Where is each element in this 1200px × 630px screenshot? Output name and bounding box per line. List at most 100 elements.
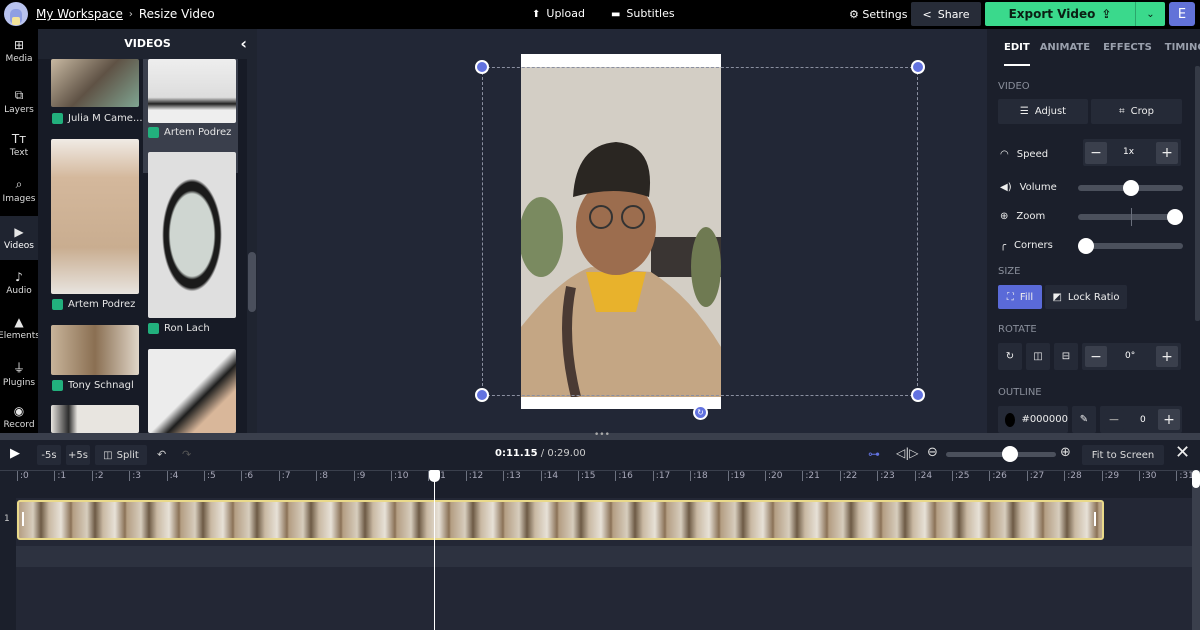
corners-slider-knob[interactable] <box>1078 238 1094 254</box>
video-thumb[interactable] <box>51 59 139 107</box>
resize-handle-top-left[interactable] <box>475 60 489 74</box>
resize-handle-bottom-left[interactable] <box>475 388 489 402</box>
resize-handle-top-right[interactable] <box>911 60 925 74</box>
volume-slider-knob[interactable] <box>1122 180 1139 196</box>
share-button[interactable]: < Share <box>911 2 981 26</box>
upload-icon: ⬆ <box>532 9 541 20</box>
nav-elements[interactable]: ▲ Elements <box>0 306 40 350</box>
skip-back-5s-button[interactable]: -5s <box>37 445 61 465</box>
tab-timing[interactable]: TIMING <box>1165 29 1200 66</box>
upload-button[interactable]: ⬆ Upload <box>532 7 585 20</box>
top-bar: My Workspace › Resize Video ⬆ Upload ▬ Sub… <box>0 0 1200 29</box>
rotate-handle-icon[interactable]: ↻ <box>693 405 708 420</box>
ruler-tick: :25 <box>952 471 969 481</box>
nav-text[interactable]: Tт Text <box>0 123 38 167</box>
scrollbar-thumb[interactable] <box>248 252 256 312</box>
outline-increase-button[interactable]: + <box>1158 409 1180 430</box>
nav-media[interactable]: ⊞ Media <box>0 29 38 73</box>
flip-horizontal-button[interactable]: ◫ <box>1026 343 1050 370</box>
outline-color-picker[interactable]: #000000 <box>998 406 1068 433</box>
corners-slider[interactable] <box>1078 238 1183 254</box>
split-view-icon[interactable]: ◁|▷ <box>896 446 919 460</box>
fill-button[interactable]: ⛶ Fill <box>998 285 1042 309</box>
collapse-panel-icon[interactable]: ‹ <box>240 29 247 59</box>
nav-videos[interactable]: ▶ Videos <box>0 216 38 260</box>
video-thumb[interactable] <box>148 152 236 318</box>
properties-scrollbar[interactable] <box>1195 66 1200 321</box>
nav-layers[interactable]: ⧉ Layers <box>0 79 38 123</box>
video-thumb[interactable] <box>51 139 139 294</box>
timeline-scrollbar-thumb[interactable] <box>1192 470 1200 488</box>
tab-edit[interactable]: EDIT <box>1004 29 1030 66</box>
breadcrumb-workspace-link[interactable]: My Workspace <box>36 7 123 21</box>
nav-plugins[interactable]: ⏚ Plugins <box>0 351 38 395</box>
project-title[interactable]: Resize Video <box>139 7 215 21</box>
video-thumb[interactable] <box>51 405 139 433</box>
source-badge-icon <box>52 380 63 391</box>
empty-track-lane[interactable] <box>16 546 1200 567</box>
outline-decrease-button[interactable]: − <box>1104 409 1124 430</box>
source-badge-icon <box>52 299 63 310</box>
flip-vertical-button[interactable]: ⊟ <box>1054 343 1078 370</box>
panel-scrollbar[interactable] <box>247 59 257 433</box>
play-button[interactable]: ▶ <box>10 446 20 461</box>
lock-ratio-button[interactable]: ◩ Lock Ratio <box>1045 285 1127 309</box>
selection-box[interactable] <box>482 67 918 396</box>
app-logo[interactable] <box>4 2 28 26</box>
split-button[interactable]: ◫ Split <box>95 445 147 465</box>
clip-trim-handle-left[interactable] <box>22 512 24 526</box>
rotate-button[interactable]: ↻ <box>998 343 1022 370</box>
zoom-in-icon[interactable]: ⊕ <box>1060 445 1071 460</box>
shapes-icon: ▲ <box>14 315 24 329</box>
eyedropper-button[interactable]: ✎ <box>1072 406 1096 433</box>
close-timeline-icon[interactable]: ✕ <box>1175 442 1190 463</box>
timeline-resize-handle[interactable]: ••• <box>0 430 1200 440</box>
subtitles-button[interactable]: ▬ Subtitles <box>611 7 675 20</box>
resize-handle-bottom-right[interactable] <box>911 388 925 402</box>
nav-audio[interactable]: ♪ Audio <box>0 261 38 305</box>
nav-images[interactable]: ⌕ Images <box>0 168 38 212</box>
playhead-handle[interactable] <box>429 470 440 482</box>
volume-row: ◀) Volume <box>1000 182 1057 193</box>
crop-button[interactable]: ⌗ Crop <box>1091 99 1182 124</box>
snap-toggle-icon[interactable]: ⊶ <box>868 447 880 461</box>
video-title: Artem Podrez <box>164 127 232 138</box>
timeline-scrollbar[interactable] <box>1192 470 1200 630</box>
expand-icon: ⛶ <box>1006 291 1014 303</box>
rotate-increase-button[interactable]: + <box>1156 346 1178 367</box>
video-title: Tony Schnagl <box>68 380 134 391</box>
export-options-dropdown[interactable]: ⌄ <box>1135 2 1165 26</box>
video-thumb[interactable] <box>51 325 139 375</box>
fit-to-screen-button[interactable]: Fit to Screen <box>1082 445 1164 465</box>
undo-icon[interactable]: ↶ <box>157 448 166 461</box>
panel-title: VIDEOS <box>124 37 171 50</box>
export-video-button[interactable]: Export Video ⇪ <box>985 2 1135 26</box>
fill-label: Fill <box>1019 291 1034 303</box>
video-thumb[interactable] <box>148 59 236 123</box>
timeline-zoom-slider[interactable] <box>946 446 1056 462</box>
video-clip[interactable] <box>17 500 1104 540</box>
skip-forward-5s-button[interactable]: +5s <box>66 445 90 465</box>
nav-label: Audio <box>6 286 32 296</box>
zoom-slider-knob[interactable] <box>1167 209 1183 225</box>
zoom-out-icon[interactable]: ⊖ <box>927 445 938 460</box>
speed-decrease-button[interactable]: − <box>1085 142 1107 164</box>
settings-button[interactable]: ⚙ Settings <box>849 8 908 21</box>
user-avatar[interactable]: E <box>1169 2 1195 26</box>
speed-increase-button[interactable]: + <box>1156 142 1178 164</box>
video-thumb[interactable] <box>148 349 236 433</box>
clip-trim-handle-right[interactable] <box>1094 512 1096 526</box>
properties-tabs: EDIT ANIMATE EFFECTS TIMING <box>987 29 1200 66</box>
volume-slider[interactable] <box>1078 180 1183 196</box>
source-badge-icon <box>148 127 159 138</box>
redo-icon[interactable]: ↷ <box>182 448 191 461</box>
video-label: Artem Podrez <box>52 299 135 310</box>
tab-animate[interactable]: ANIMATE <box>1040 29 1090 66</box>
ruler-tick: :30 <box>1139 471 1156 481</box>
zoom-slider[interactable] <box>1078 208 1183 226</box>
ruler-tick: :22 <box>839 471 857 481</box>
rotate-decrease-button[interactable]: − <box>1085 346 1107 367</box>
tab-effects[interactable]: EFFECTS <box>1103 29 1152 66</box>
timeline-ruler[interactable]: :0:1:2:3:4:5:6:7:8:9:10:11:12:13:14:15:1… <box>0 470 1200 498</box>
adjust-button[interactable]: ☰ Adjust <box>998 99 1088 124</box>
